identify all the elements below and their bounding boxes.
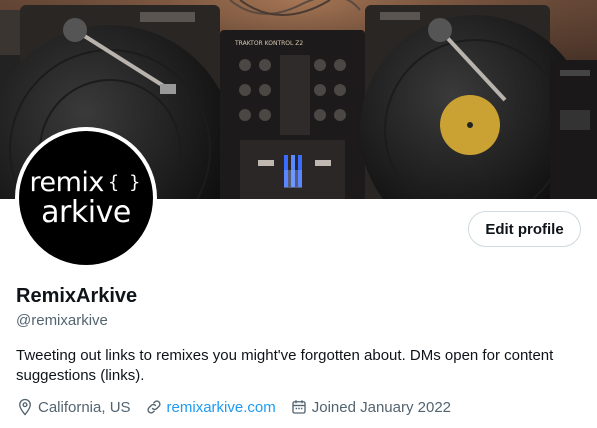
- avatar-logo-text-remix: remix: [29, 166, 104, 198]
- profile-meta-row: California, US remixarkive.com Joined Ja…: [16, 398, 465, 416]
- location-text: California, US: [38, 398, 131, 416]
- profile-bio: Tweeting out links to remixes you might'…: [16, 347, 554, 384]
- profile-page: TRAKTOR KONTROL Z2 remix {} arkive Edit…: [0, 0, 597, 428]
- mixer-brand-text: TRAKTOR KONTROL Z2: [234, 40, 303, 47]
- avatar-logo-text-arkive: arkive: [41, 194, 131, 230]
- website-item: remixarkive.com: [145, 398, 276, 416]
- link-icon: [146, 400, 161, 414]
- user-handle: @remixarkive: [16, 312, 108, 329]
- avatar-logo-braces: { }: [107, 171, 143, 193]
- edit-profile-button[interactable]: Edit profile: [468, 211, 581, 247]
- calendar-icon: [292, 400, 306, 414]
- website-link[interactable]: remixarkive.com: [167, 399, 276, 416]
- profile-avatar[interactable]: remix { } arkive: [15, 127, 157, 269]
- location-item: California, US: [16, 398, 131, 416]
- avatar-logo: remix { } arkive: [19, 131, 153, 265]
- joined-date-text: Joined January 2022: [311, 398, 452, 416]
- joined-item: Joined January 2022: [290, 398, 451, 416]
- location-pin-icon: [19, 398, 31, 416]
- display-name: RemixArkive: [16, 285, 138, 307]
